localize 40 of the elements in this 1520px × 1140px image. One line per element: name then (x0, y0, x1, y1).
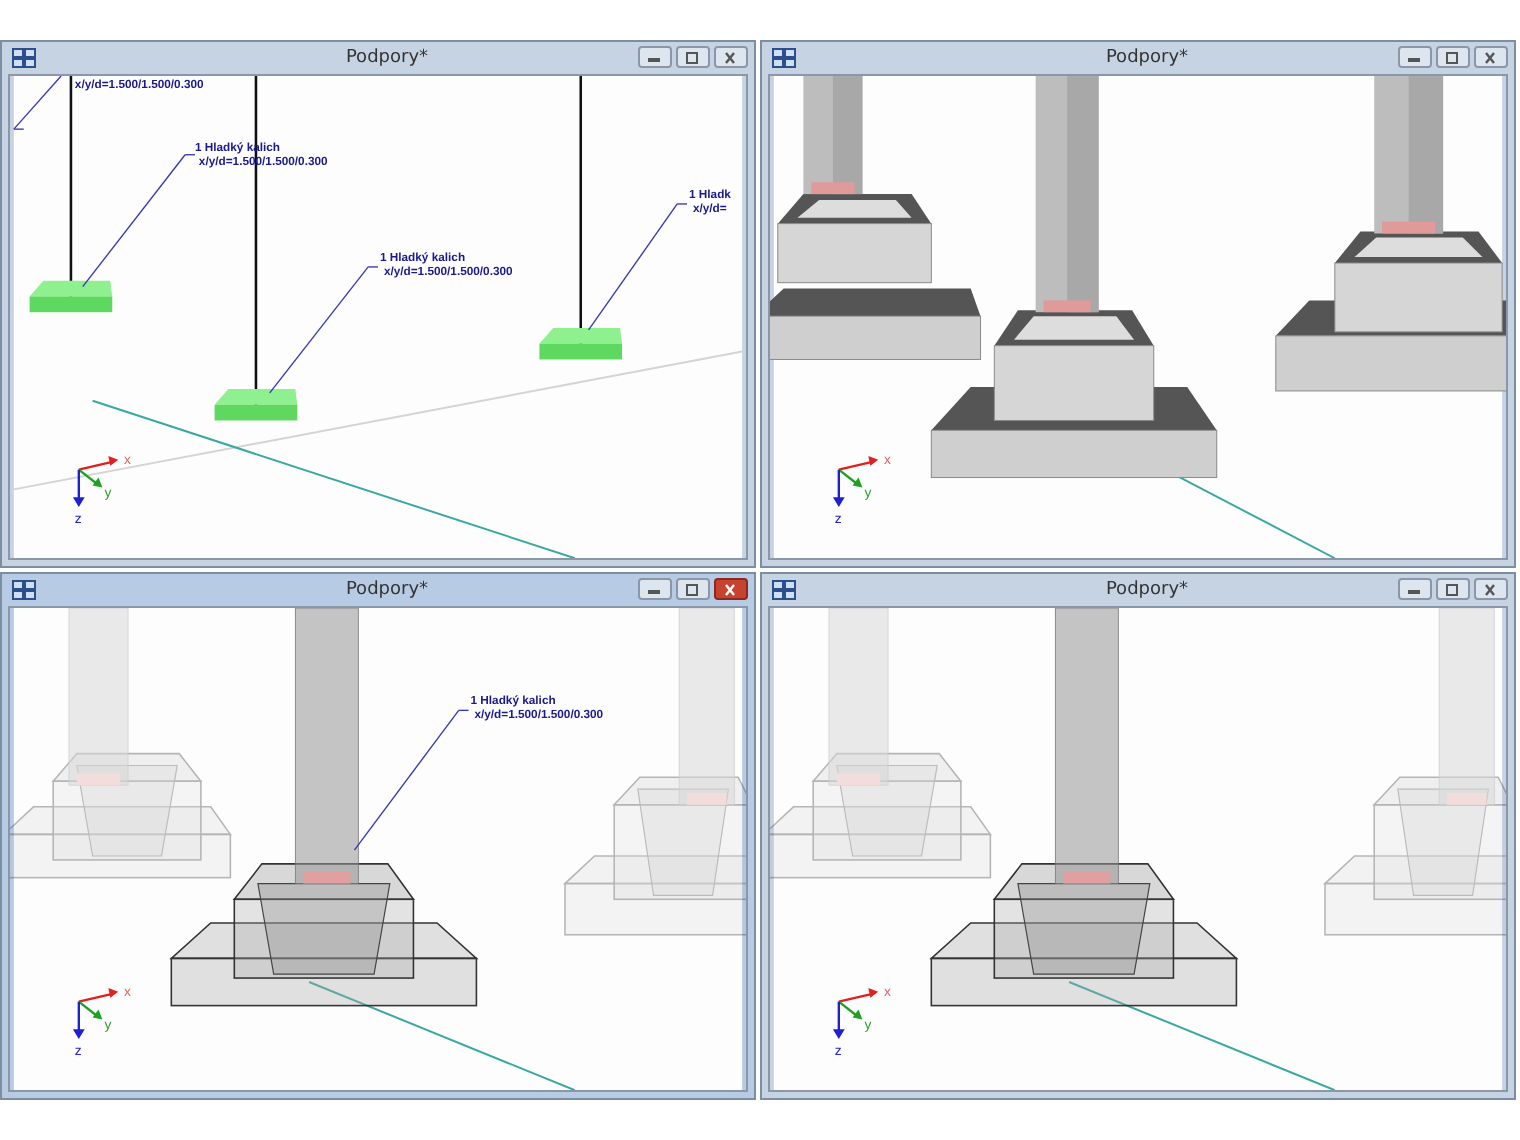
maximize-icon (682, 51, 703, 64)
minimize-button[interactable] (637, 46, 672, 69)
leader-line (13, 75, 62, 130)
axis-triad-icon (832, 987, 879, 1039)
window-title: Podpory* (1103, 47, 1189, 68)
maximize-button[interactable] (1435, 578, 1470, 601)
leader-line (353, 709, 470, 851)
close-icon (1480, 51, 1501, 64)
footing-pad-drawing (539, 327, 623, 360)
axis-triad-icon (72, 455, 119, 507)
window-title: Podpory* (343, 579, 429, 600)
maximize-button[interactable] (675, 578, 710, 601)
leader-line (587, 203, 688, 331)
window-icon[interactable] (772, 579, 796, 600)
minimize-button[interactable] (1397, 46, 1432, 69)
leader-line (82, 153, 196, 288)
footing-pad-drawing (214, 388, 298, 421)
window-icon[interactable] (12, 579, 36, 600)
close-icon (1480, 583, 1501, 596)
close-button[interactable] (1473, 46, 1508, 69)
minimize-button[interactable] (1397, 578, 1432, 601)
maximize-icon (1442, 583, 1463, 596)
close-button[interactable] (713, 46, 748, 69)
window-title: Podpory* (343, 47, 429, 68)
close-button[interactable] (713, 578, 748, 601)
minimize-button[interactable] (637, 578, 672, 601)
leader-line (269, 266, 379, 394)
axis-triad-icon (832, 455, 879, 507)
maximize-button[interactable] (675, 46, 710, 69)
maximize-icon (682, 583, 703, 596)
maximize-button[interactable] (1435, 46, 1470, 69)
close-button[interactable] (1473, 578, 1508, 601)
close-icon (720, 583, 741, 596)
window-title: Podpory* (1103, 579, 1189, 600)
window-icon[interactable] (12, 47, 36, 68)
maximize-icon (1442, 51, 1463, 64)
window-icon[interactable] (772, 47, 796, 68)
axis-triad-icon (72, 987, 119, 1039)
footing-pad-drawing (29, 280, 113, 312)
close-icon (720, 51, 741, 64)
